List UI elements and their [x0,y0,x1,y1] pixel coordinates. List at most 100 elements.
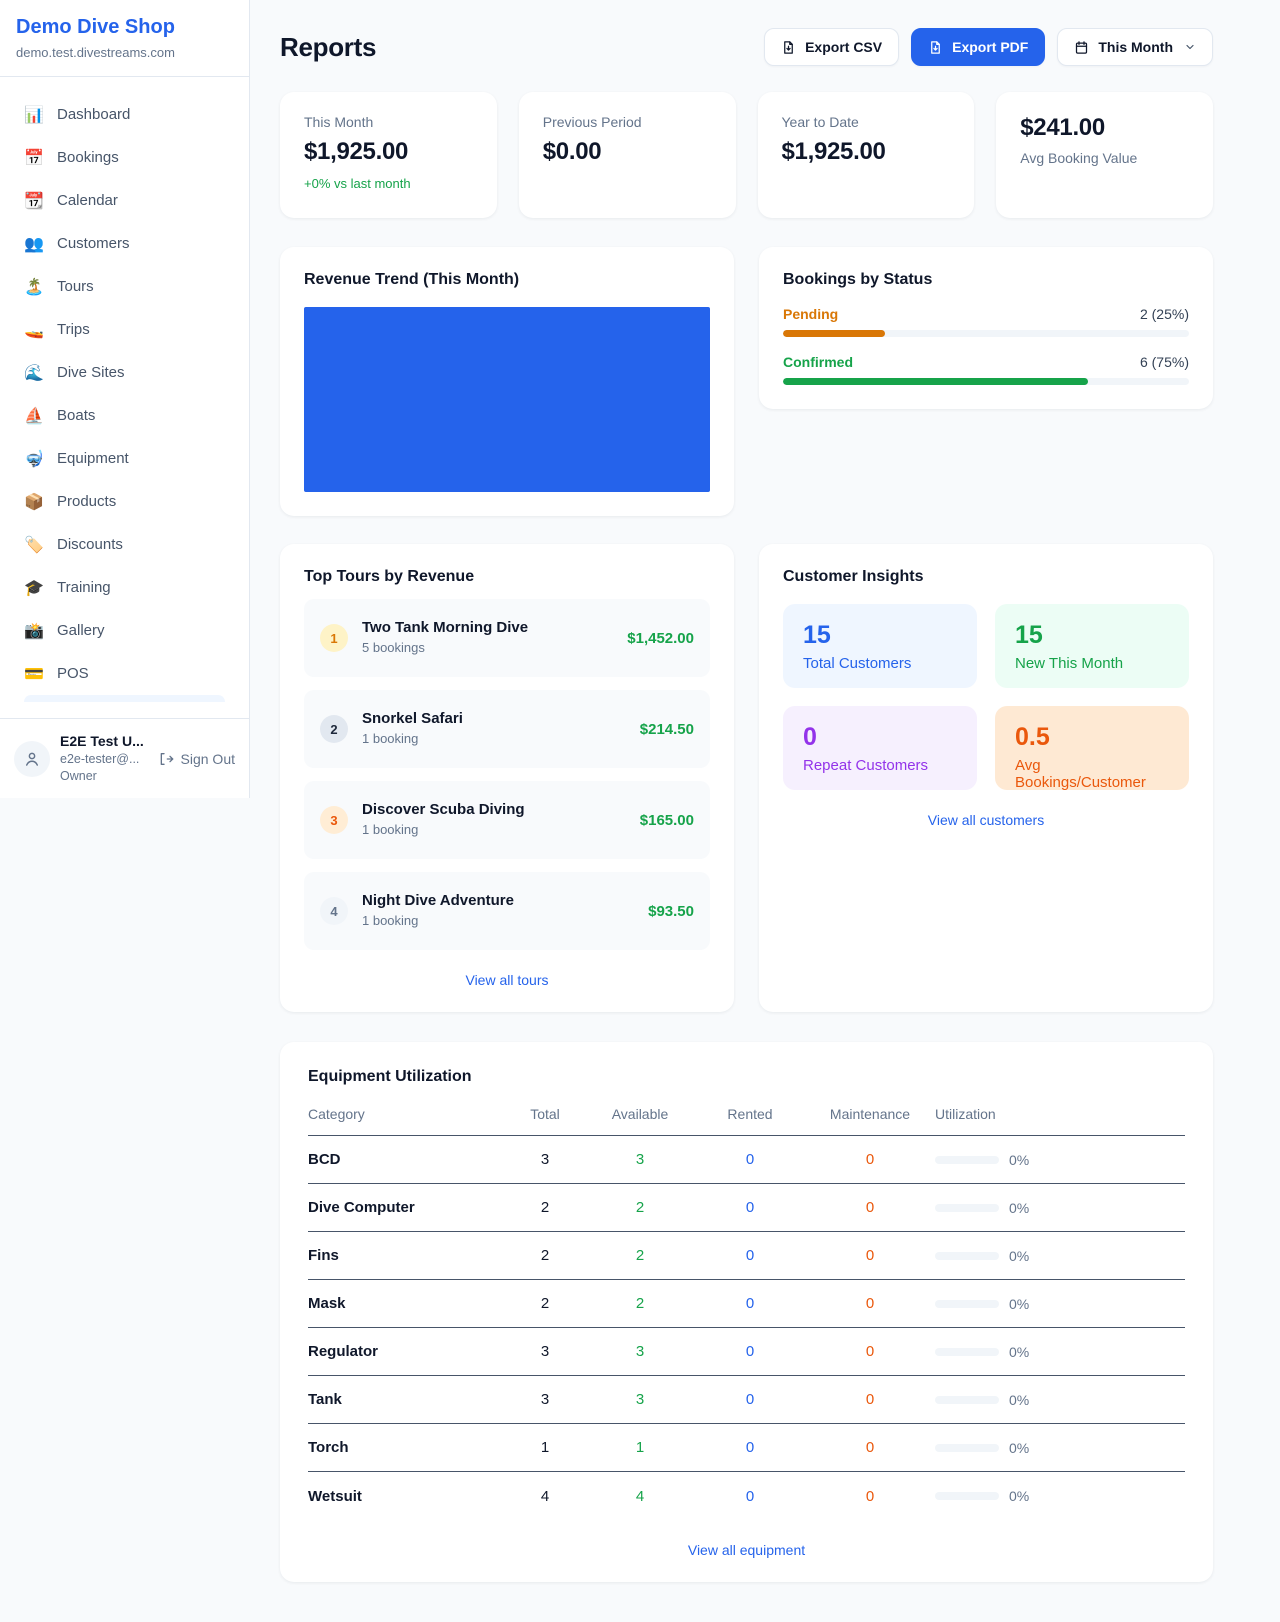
sidebar-item-calendar[interactable]: 📆 Calendar [12,179,237,222]
utilization-percent: 0% [1009,1440,1029,1456]
equipment-rented: 0 [695,1151,805,1168]
tear-off-calendar-icon: 📆 [24,191,44,211]
equipment-total: 3 [505,1343,585,1360]
credit-card-icon: 💳 [24,664,44,684]
sidebar-item-boats[interactable]: ⛵ Boats [12,394,237,437]
export-csv-button[interactable]: Export CSV [764,28,899,66]
equipment-available: 1 [585,1439,695,1456]
equipment-category: Wetsuit [308,1488,505,1505]
rank-badge: 1 [320,624,348,652]
utilization-percent: 0% [1009,1392,1029,1408]
insight-label: New This Month [1015,655,1169,672]
chevron-down-icon [1184,41,1196,53]
sidebar-item-discounts[interactable]: 🏷️ Discounts [12,523,237,566]
revenue-trend-title: Revenue Trend (This Month) [304,271,710,289]
bar-chart-icon: 📊 [24,105,44,125]
utilization-bar [935,1204,999,1212]
tour-name: Snorkel Safari [362,710,626,727]
sidebar-item-label: Gallery [57,622,105,639]
sidebar-item-tours[interactable]: 🏝️ Tours [12,265,237,308]
table-row: Fins 2 2 0 0 0% [308,1232,1185,1280]
export-pdf-button[interactable]: Export PDF [911,28,1045,66]
sidebar-item-products[interactable]: 📦 Products [12,480,237,523]
sidebar-item-gallery[interactable]: 📸 Gallery [12,609,237,652]
table-row: BCD 3 3 0 0 0% [308,1136,1185,1184]
equipment-maintenance: 0 [805,1439,935,1456]
utilization-percent: 0% [1009,1152,1029,1168]
revenue-trend-card: Revenue Trend (This Month) [280,247,734,516]
sidebar-item-label: Tours [57,278,94,295]
export-csv-label: Export CSV [805,39,882,55]
stat-card-previous-period: Previous Period $0.00 [519,92,736,218]
equipment-maintenance: 0 [805,1343,935,1360]
charts-row: Revenue Trend (This Month) Bookings by S… [280,247,1213,516]
sidebar-item-training[interactable]: 🎓 Training [12,566,237,609]
sidebar-item-equipment[interactable]: 🤿 Equipment [12,437,237,480]
tour-bookings: 5 bookings [362,640,425,655]
user-panel: E2E Test U... e2e-tester@... Owner Sign … [0,718,249,798]
bookings-by-status-title: Bookings by Status [783,271,1189,289]
sidebar-item-trips[interactable]: 🚤 Trips [12,308,237,351]
utilization-bar [935,1252,999,1260]
sidebar-item-pos[interactable]: 💳 POS [12,652,237,695]
speedboat-icon: 🚤 [24,320,44,340]
sidebar-item-label: Customers [57,235,130,252]
sidebar-item-label: Training [57,579,111,596]
insight-tile-repeat-customers: 0 Repeat Customers [783,706,977,790]
sidebar-item-reports-partial[interactable] [24,695,225,702]
equipment-available: 2 [585,1199,695,1216]
equipment-utilization-cell: 0% [935,1152,1185,1168]
shop-name: Demo Dive Shop [16,16,233,39]
revenue-trend-chart [304,307,710,492]
customer-insights-title: Customer Insights [783,568,1189,586]
utilization-percent: 0% [1009,1488,1029,1504]
tour-bookings: 1 booking [362,822,418,837]
insight-label: Total Customers [803,655,957,672]
equipment-rented: 0 [695,1199,805,1216]
sidebar-item-customers[interactable]: 👥 Customers [12,222,237,265]
tour-list-item: 4 Night Dive Adventure 1 booking $93.50 [304,872,710,950]
period-selector-dropdown[interactable]: This Month [1057,28,1213,66]
insight-tile-total-customers: 15 Total Customers [783,604,977,688]
view-all-customers-link[interactable]: View all customers [783,812,1189,828]
sidebar-item-dashboard[interactable]: 📊 Dashboard [12,93,237,136]
utilization-bar [935,1300,999,1308]
table-row: Mask 2 2 0 0 0% [308,1280,1185,1328]
sign-out-button[interactable]: Sign Out [158,751,235,767]
tour-revenue: $165.00 [640,812,694,829]
insights-row: Top Tours by Revenue 1 Two Tank Morning … [280,544,1213,1012]
equipment-utilization-cell: 0% [935,1344,1185,1360]
sidebar-item-dive-sites[interactable]: 🌊 Dive Sites [12,351,237,394]
top-tours-title: Top Tours by Revenue [304,568,710,586]
stat-label: This Month [304,114,473,130]
status-row-pending: Pending 2 (25%) [783,306,1189,337]
insight-value: 0.5 [1015,723,1169,752]
view-all-tours-link[interactable]: View all tours [304,972,710,988]
people-icon: 👥 [24,234,44,254]
column-header-category: Category [308,1106,505,1122]
bookings-by-status-card: Bookings by Status Pending 2 (25%) Confi… [759,247,1213,409]
page-header: Reports Export CSV Export PDF This Month [280,28,1213,66]
equipment-total: 3 [505,1151,585,1168]
utilization-bar [935,1348,999,1356]
sidebar-item-label: Bookings [57,149,119,166]
shop-domain: demo.test.divestreams.com [16,45,233,60]
insight-tile-new-this-month: 15 New This Month [995,604,1189,688]
table-row: Wetsuit 4 4 0 0 0% [308,1472,1185,1520]
stat-card-avg-booking-value: $241.00 Avg Booking Value [996,92,1213,218]
island-icon: 🏝️ [24,277,44,297]
graduation-cap-icon: 🎓 [24,578,44,598]
utilization-bar [935,1444,999,1452]
view-all-equipment-link[interactable]: View all equipment [308,1542,1185,1558]
wave-icon: 🌊 [24,363,44,383]
equipment-rented: 0 [695,1391,805,1408]
user-role: Owner [60,768,148,785]
sidebar: Demo Dive Shop demo.test.divestreams.com… [0,0,250,798]
stat-cards: This Month $1,925.00 +0% vs last month P… [280,92,1213,218]
sidebar-header: Demo Dive Shop demo.test.divestreams.com [0,0,249,77]
equipment-available: 2 [585,1295,695,1312]
stat-value: $1,925.00 [782,138,951,166]
column-header-maintenance: Maintenance [805,1106,935,1122]
equipment-category: Torch [308,1439,505,1456]
sidebar-item-bookings[interactable]: 📅 Bookings [12,136,237,179]
